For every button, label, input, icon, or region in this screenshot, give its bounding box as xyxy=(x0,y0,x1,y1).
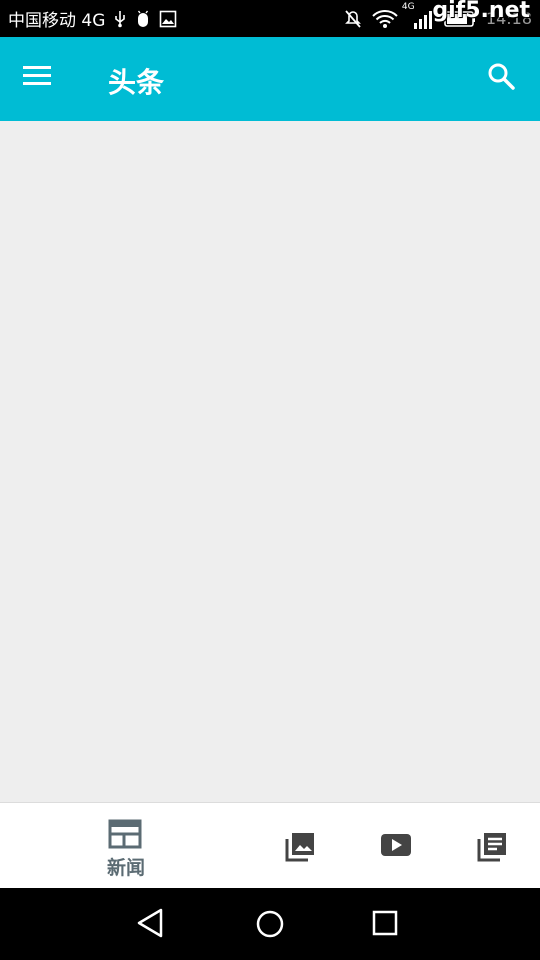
tab-news-label: 新闻 xyxy=(106,857,145,879)
hamburger-menu-icon xyxy=(22,66,52,91)
back-button[interactable] xyxy=(134,906,174,942)
search-button[interactable] xyxy=(486,61,522,97)
app-bar: 头条 xyxy=(0,37,540,121)
tab-library[interactable] xyxy=(472,803,514,889)
page-title: 头条 xyxy=(108,66,165,99)
back-icon xyxy=(134,908,166,944)
android-debug-icon xyxy=(135,10,151,28)
tab-news[interactable]: 新闻 xyxy=(86,803,166,889)
menu-button[interactable] xyxy=(22,63,62,95)
image-icon xyxy=(159,10,177,28)
watermark-text: gif5.net xyxy=(432,0,530,23)
status-bar: 中国移动 4G 4G 14:18 gif5.net xyxy=(0,0,540,37)
library-books-icon xyxy=(476,831,508,867)
bottom-navigation: 新闻 xyxy=(0,802,540,888)
photo-library-icon xyxy=(284,831,316,867)
home-button[interactable] xyxy=(250,906,290,942)
video-play-icon xyxy=(380,831,412,863)
home-icon xyxy=(250,910,290,946)
recent-apps-icon xyxy=(370,910,400,944)
system-navigation-bar xyxy=(0,888,540,960)
search-icon xyxy=(486,63,516,95)
wifi-icon xyxy=(372,9,398,29)
content-area xyxy=(0,121,540,802)
mute-icon xyxy=(344,9,362,29)
tab-video[interactable] xyxy=(376,803,418,889)
usb-icon xyxy=(113,10,127,28)
tab-photos[interactable] xyxy=(280,803,322,889)
status-left: 中国移动 4G xyxy=(8,6,177,31)
network-type-badge: 4G xyxy=(401,1,415,12)
recent-apps-button[interactable] xyxy=(370,906,410,942)
news-icon xyxy=(108,819,142,853)
carrier-label: 中国移动 4G xyxy=(8,11,106,31)
signal-icon: 4G xyxy=(402,2,434,30)
